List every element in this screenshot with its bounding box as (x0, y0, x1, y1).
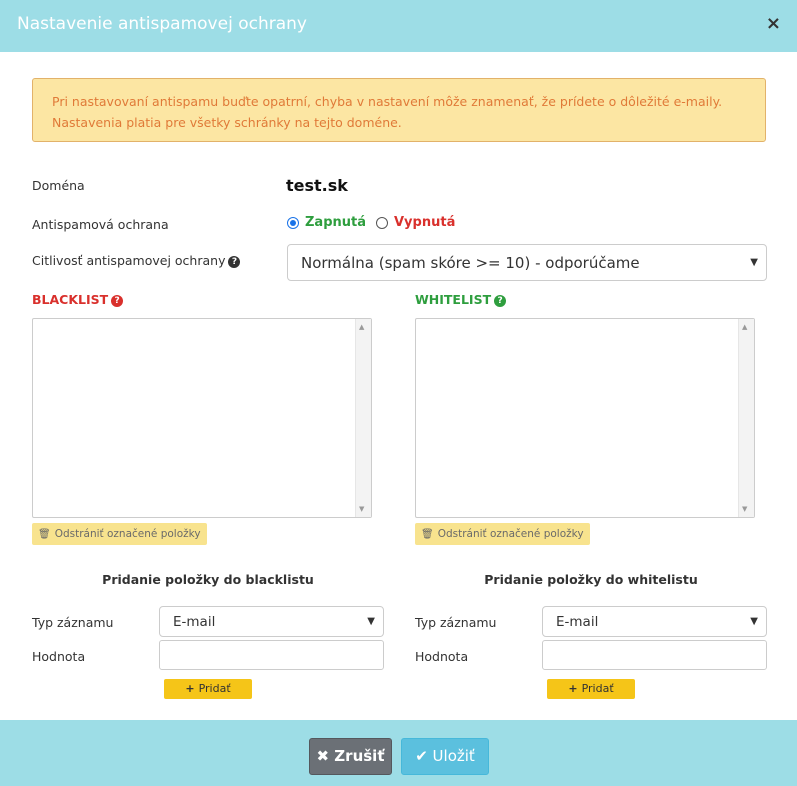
scroll-down-icon[interactable]: ▼ (359, 505, 364, 513)
blacklist-add-title: Pridanie položky do blacklistu (102, 572, 314, 587)
whitelist-listbox[interactable]: ▲ ▼ (415, 318, 755, 518)
blacklist-type-label: Typ záznamu (32, 615, 114, 630)
blacklist-title: BLACKLIST? (32, 292, 124, 307)
scrollbar[interactable]: ▲ ▼ (738, 319, 754, 517)
whitelist-type-value: E-mail (556, 614, 599, 630)
blacklist-type-select[interactable]: E-mail ▼ (159, 606, 384, 637)
sensitivity-label: Citlivosť antispamovej ochrany? (32, 253, 241, 268)
whitelist-add-label: Pridať (581, 682, 614, 695)
blacklist-add-label: Pridať (198, 682, 231, 695)
trash-icon: 🗑 (38, 529, 51, 540)
radio-off-label[interactable]: Vypnutá (394, 215, 455, 230)
alert-line-2: Nastavenia platia pre všetky schránky na… (52, 115, 402, 130)
cancel-icon: ✖ (316, 747, 330, 765)
whitelist-title: WHITELIST? (415, 292, 507, 307)
blacklist-value-input[interactable] (159, 640, 384, 670)
warning-alert: Pri nastavovaní antispamu buďte opatrní,… (32, 78, 766, 142)
whitelist-remove-label: Odstrániť označené položky (437, 528, 584, 540)
save-label: Uložiť (432, 747, 475, 765)
scroll-up-icon[interactable]: ▲ (359, 323, 364, 331)
domain-label: Doména (32, 178, 85, 193)
save-button[interactable]: ✔ Uložiť (401, 738, 489, 775)
whitelist-add-button[interactable]: + Pridať (547, 679, 635, 699)
chevron-down-icon: ▼ (367, 616, 375, 627)
cancel-button[interactable]: ✖ Zrušiť (309, 738, 392, 775)
blacklist-help-icon[interactable]: ? (111, 294, 124, 307)
check-icon: ✔ (415, 747, 428, 765)
plus-icon: + (568, 682, 578, 695)
blacklist-listbox[interactable]: ▲ ▼ (32, 318, 372, 518)
scroll-up-icon[interactable]: ▲ (742, 323, 747, 331)
plus-icon: + (185, 682, 195, 695)
blacklist-remove-button[interactable]: 🗑 Odstrániť označené položky (32, 523, 207, 545)
modal-header: Nastavenie antispamovej ochrany × (0, 0, 797, 52)
whitelist-add-title: Pridanie položky do whitelistu (484, 572, 698, 587)
whitelist-type-label: Typ záznamu (415, 615, 497, 630)
blacklist-title-text: BLACKLIST (32, 292, 109, 307)
help-icon[interactable]: ? (228, 255, 241, 268)
whitelist-title-text: WHITELIST (415, 292, 492, 307)
chevron-down-icon: ▼ (750, 616, 758, 627)
whitelist-type-select[interactable]: E-mail ▼ (542, 606, 767, 637)
blacklist-type-value: E-mail (173, 614, 216, 630)
radio-on[interactable] (287, 217, 299, 229)
close-icon[interactable]: × (766, 14, 781, 34)
chevron-down-icon: ▼ (750, 257, 758, 268)
sensitivity-select[interactable]: Normálna (spam skóre >= 10) - odporúčame… (287, 244, 767, 281)
whitelist-help-icon[interactable]: ? (494, 294, 507, 307)
radio-on-label[interactable]: Zapnutá (305, 215, 366, 230)
whitelist-value-input[interactable] (542, 640, 767, 670)
scroll-down-icon[interactable]: ▼ (742, 505, 747, 513)
blacklist-add-button[interactable]: + Pridať (164, 679, 252, 699)
blacklist-value-label: Hodnota (32, 649, 86, 664)
domain-value: test.sk (286, 176, 348, 195)
whitelist-remove-button[interactable]: 🗑 Odstrániť označené položky (415, 523, 590, 545)
antispam-label: Antispamová ochrana (32, 217, 169, 232)
radio-off[interactable] (376, 217, 388, 229)
sensitivity-select-value: Normálna (spam skóre >= 10) - odporúčame (301, 254, 640, 272)
alert-line-1: Pri nastavovaní antispamu buďte opatrní,… (52, 94, 723, 109)
scrollbar[interactable]: ▲ ▼ (355, 319, 371, 517)
blacklist-remove-label: Odstrániť označené položky (54, 528, 201, 540)
cancel-label: Zrušiť (334, 747, 385, 765)
modal-footer: ✖ Zrušiť ✔ Uložiť (0, 720, 797, 786)
trash-icon: 🗑 (421, 529, 434, 540)
sensitivity-label-text: Citlivosť antispamovej ochrany (32, 253, 226, 268)
modal-title: Nastavenie antispamovej ochrany (17, 14, 307, 34)
whitelist-value-label: Hodnota (415, 649, 469, 664)
